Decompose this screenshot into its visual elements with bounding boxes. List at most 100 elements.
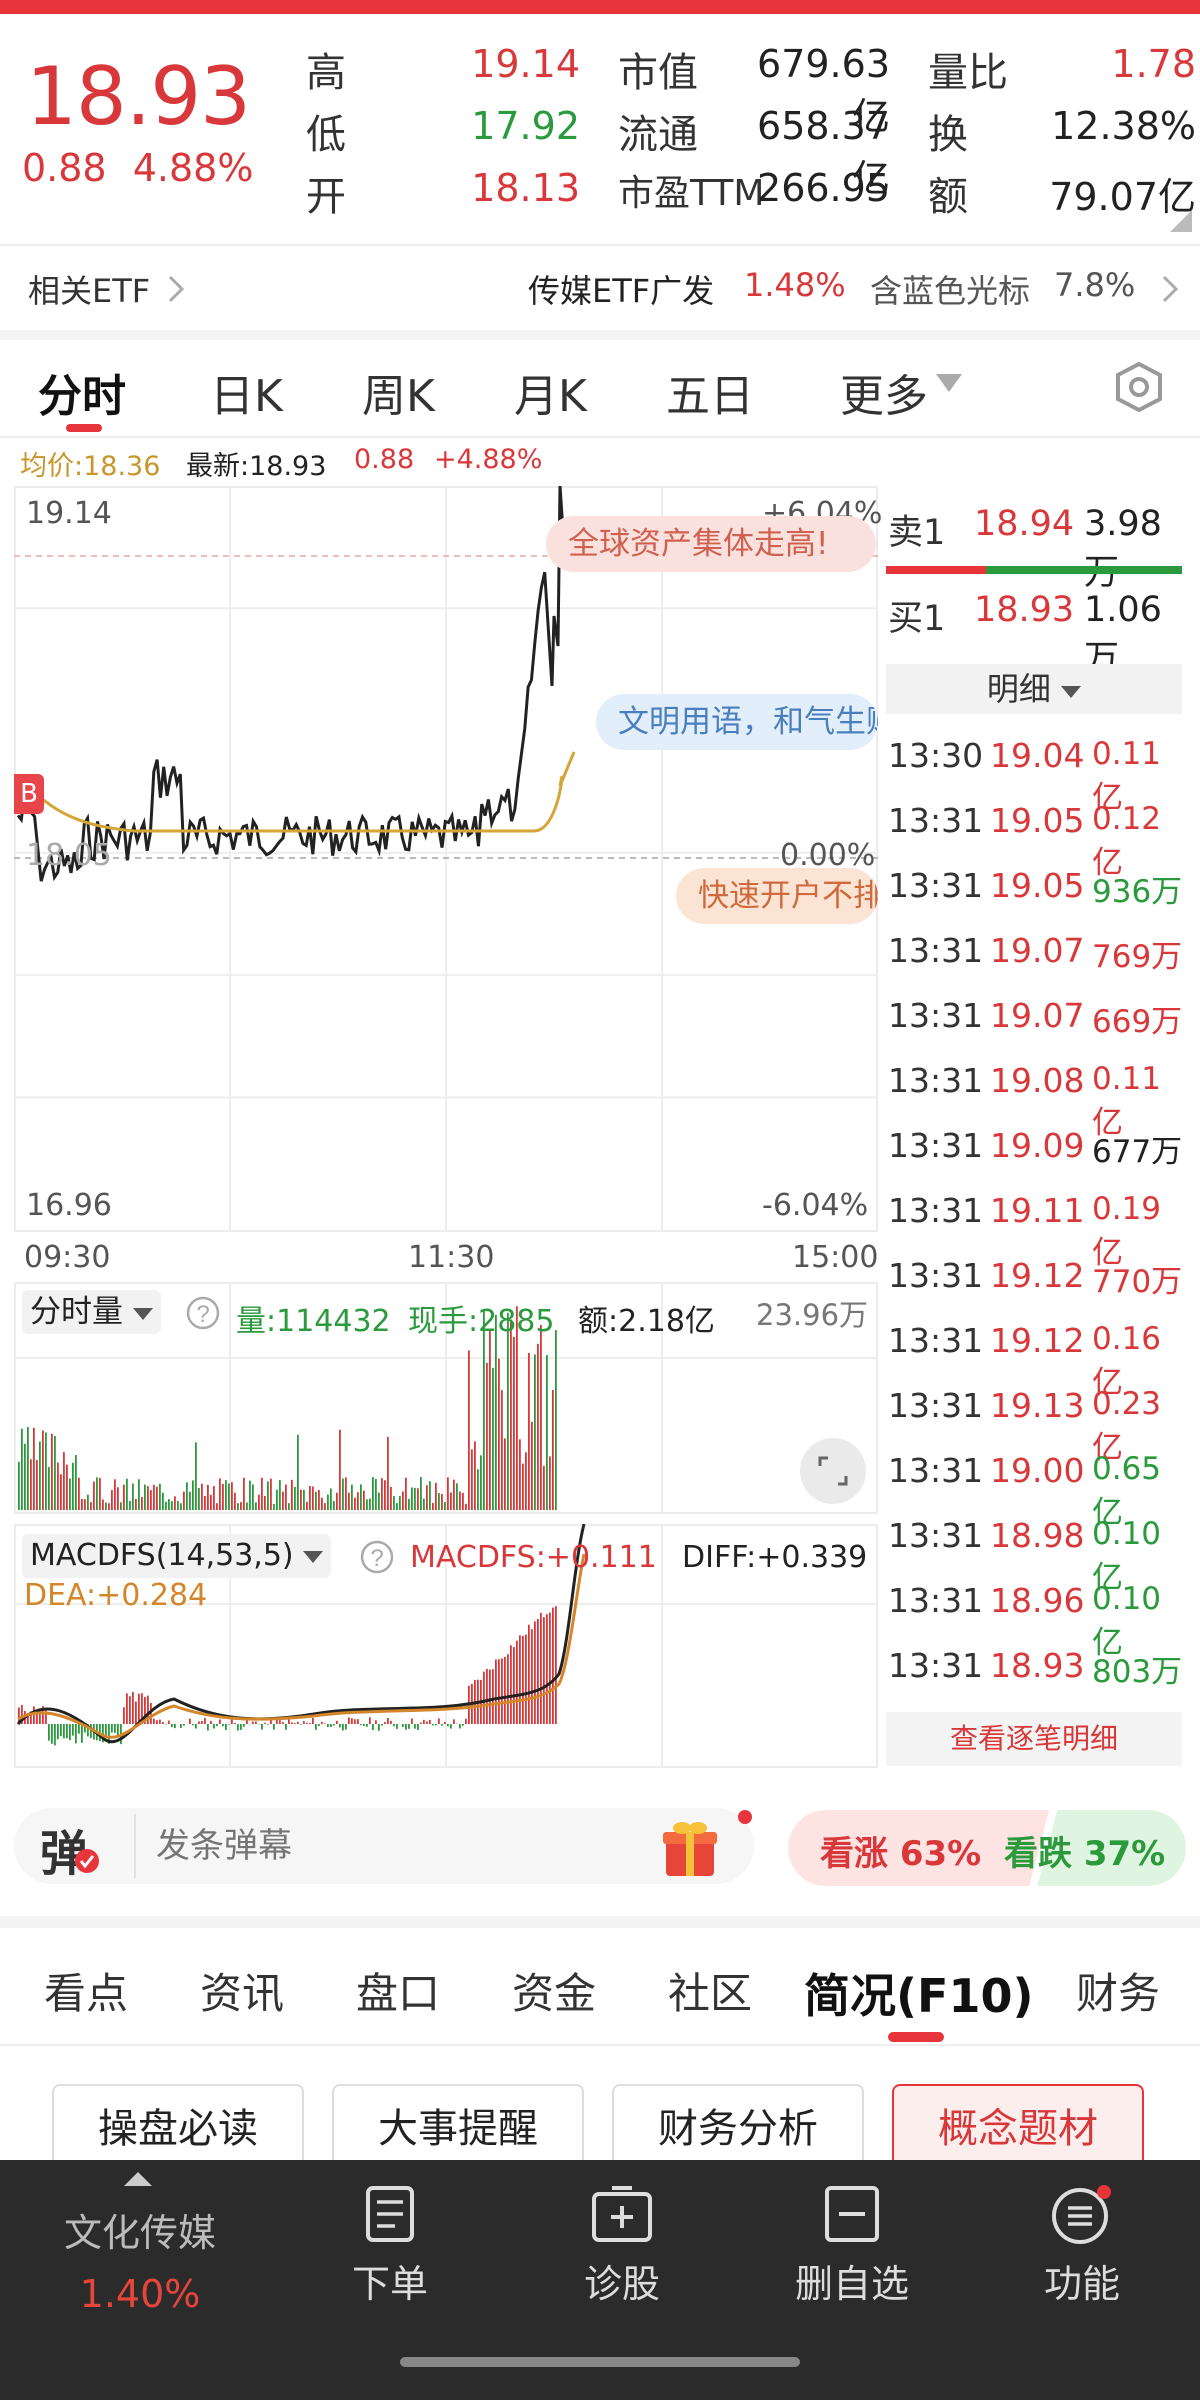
macd-histogram-bar xyxy=(537,1619,539,1724)
sector-name[interactable]: 文化传媒 xyxy=(40,2202,240,2257)
sell-1-row: 卖1 18.94 3.98万 xyxy=(882,486,1186,593)
macd-histogram-bar xyxy=(483,1671,485,1724)
danmu-bubble[interactable]: 快速开户不排队 xyxy=(676,868,878,924)
expand-up-icon[interactable] xyxy=(124,2170,152,2186)
vote-down-label[interactable]: 看跌 37% xyxy=(1004,1826,1165,1875)
macd-histogram-bar xyxy=(315,1724,317,1730)
nav-order[interactable]: 下单 xyxy=(300,2184,480,2308)
volume-bar xyxy=(153,1484,155,1510)
trade-price: 19.11 xyxy=(990,1191,1085,1230)
macd-histogram-bar xyxy=(216,1724,218,1727)
volume-bar xyxy=(486,1362,488,1510)
settings-hexagon-icon[interactable] xyxy=(1112,360,1166,414)
macd-histogram-bar xyxy=(513,1647,515,1724)
buy-marker[interactable]: B xyxy=(14,774,44,814)
macd-histogram-bar xyxy=(219,1719,221,1724)
volume-selector-label: 分时量 xyxy=(30,1294,123,1330)
trade-detail-list[interactable]: 13:30 19.04 0.11亿 13:31 19.05 0.12亿 13:31 19.05… xyxy=(882,726,1186,1696)
trade-row: 13:31 19.09 677万 xyxy=(882,1116,1186,1181)
nav-diagnose[interactable]: 诊股 xyxy=(532,2184,712,2308)
volume-bar xyxy=(429,1481,431,1510)
volume-bar xyxy=(477,1469,479,1510)
volume-bar xyxy=(363,1490,365,1510)
buy-1-label: 买1 xyxy=(888,599,946,639)
macd-histogram-bar xyxy=(264,1722,266,1724)
gift-icon[interactable] xyxy=(660,1818,720,1880)
macd-histogram-bar xyxy=(519,1635,521,1724)
volume-bar xyxy=(531,1421,533,1510)
tab-intraday[interactable]: 分时 xyxy=(38,360,126,424)
macd-histogram-bar xyxy=(504,1656,506,1724)
volume-bar xyxy=(303,1489,305,1510)
volume-bar xyxy=(393,1496,395,1510)
section-tab-f10[interactable]: 简况(F10) xyxy=(804,1960,1033,2026)
macd-histogram-bar xyxy=(66,1724,68,1739)
etf2-pct: 7.8% xyxy=(1054,266,1136,304)
tab-daily-k[interactable]: 日K xyxy=(210,360,283,424)
etf2-name[interactable]: 含蓝色光标 xyxy=(870,266,1030,312)
danmu-input[interactable] xyxy=(156,1818,636,1874)
macd-selector[interactable]: MACDFS(14,53,5) xyxy=(22,1534,332,1578)
macd-histogram-bar xyxy=(345,1724,347,1730)
section-tab-financials[interactable]: 财务 xyxy=(1076,1960,1160,2021)
volume-bar xyxy=(186,1482,188,1510)
macd-histogram-bar xyxy=(303,1721,305,1724)
related-etf-row[interactable]: 相关ETF 传媒ETF广发 1.48% 含蓝色光标 7.8% xyxy=(0,246,1200,330)
help-icon[interactable]: ? xyxy=(360,1540,394,1574)
volume-bar xyxy=(465,1503,467,1510)
macd-histogram-bar xyxy=(168,1720,170,1724)
nav-remove-watchlist[interactable]: 删自选 xyxy=(762,2184,942,2308)
macd-histogram-bar xyxy=(330,1724,332,1727)
fullscreen-button[interactable] xyxy=(800,1438,866,1504)
volume-bar xyxy=(441,1493,443,1510)
volume-bar xyxy=(135,1498,137,1510)
macd-histogram-bar xyxy=(153,1718,155,1724)
section-tab-handicap[interactable]: 盘口 xyxy=(356,1960,440,2021)
trade-volume: 669万 xyxy=(1092,1004,1183,1040)
tab-five-day[interactable]: 五日 xyxy=(666,360,754,424)
sentiment-vote-bar[interactable]: 看涨 63% 看跌 37% xyxy=(786,1808,1188,1888)
macd-histogram-bar xyxy=(123,1707,125,1724)
macd-histogram-bar xyxy=(81,1724,83,1743)
trade-volume: 769万 xyxy=(1092,939,1183,975)
etf1-name[interactable]: 传媒ETF广发 xyxy=(528,266,714,312)
chevron-right-icon xyxy=(1162,275,1179,303)
macd-histogram-bar xyxy=(183,1724,185,1726)
volume-bar xyxy=(390,1486,392,1510)
detail-toggle[interactable]: 明细 xyxy=(886,664,1182,714)
danmu-bubble[interactable]: 文明用语，和气生财 xyxy=(596,694,878,750)
volume-bar xyxy=(468,1350,470,1510)
volume-bar xyxy=(555,1330,557,1510)
intraday-price-chart[interactable] xyxy=(14,486,878,1232)
nav-functions[interactable]: 功能 xyxy=(992,2184,1172,2308)
volume-bar xyxy=(396,1503,398,1510)
section-tab-news[interactable]: 资讯 xyxy=(200,1960,284,2021)
danmu-bubble[interactable]: 全球资产集体走高! xyxy=(546,516,876,572)
trade-row: 13:31 19.11 0.19亿 xyxy=(882,1181,1186,1271)
section-gap xyxy=(0,1916,1200,1928)
help-icon[interactable]: ? xyxy=(186,1296,220,1330)
tab-more[interactable]: 更多 xyxy=(840,360,928,424)
view-all-trades-link[interactable]: 查看逐笔明细 xyxy=(886,1712,1182,1766)
trade-time: 13:31 xyxy=(888,801,984,840)
change-amount: 0.88 xyxy=(22,146,107,190)
volume-bar xyxy=(27,1427,29,1510)
trade-price: 19.12 xyxy=(990,1256,1085,1295)
tab-monthly-k[interactable]: 月K xyxy=(514,360,587,424)
section-tab-funds[interactable]: 资金 xyxy=(512,1960,596,2021)
volume-bar xyxy=(69,1478,71,1510)
macd-histogram-bar xyxy=(414,1724,416,1729)
trade-time: 13:31 xyxy=(888,931,984,970)
volume-selector[interactable]: 分时量 xyxy=(22,1290,161,1334)
corner-expand-icon[interactable] xyxy=(1170,210,1192,232)
vote-up-label[interactable]: 看涨 63% xyxy=(820,1826,981,1875)
volume-bar xyxy=(414,1487,416,1510)
volume-bar xyxy=(39,1441,41,1510)
tab-weekly-k[interactable]: 周K xyxy=(362,360,435,424)
volume-bar xyxy=(375,1478,377,1510)
section-tab-highlights[interactable]: 看点 xyxy=(44,1960,128,2021)
y-axis-low: 16.96 xyxy=(26,1188,112,1223)
section-tab-community[interactable]: 社区 xyxy=(668,1960,752,2021)
volume-bar xyxy=(210,1494,212,1510)
macd-histogram-bar xyxy=(417,1724,419,1730)
